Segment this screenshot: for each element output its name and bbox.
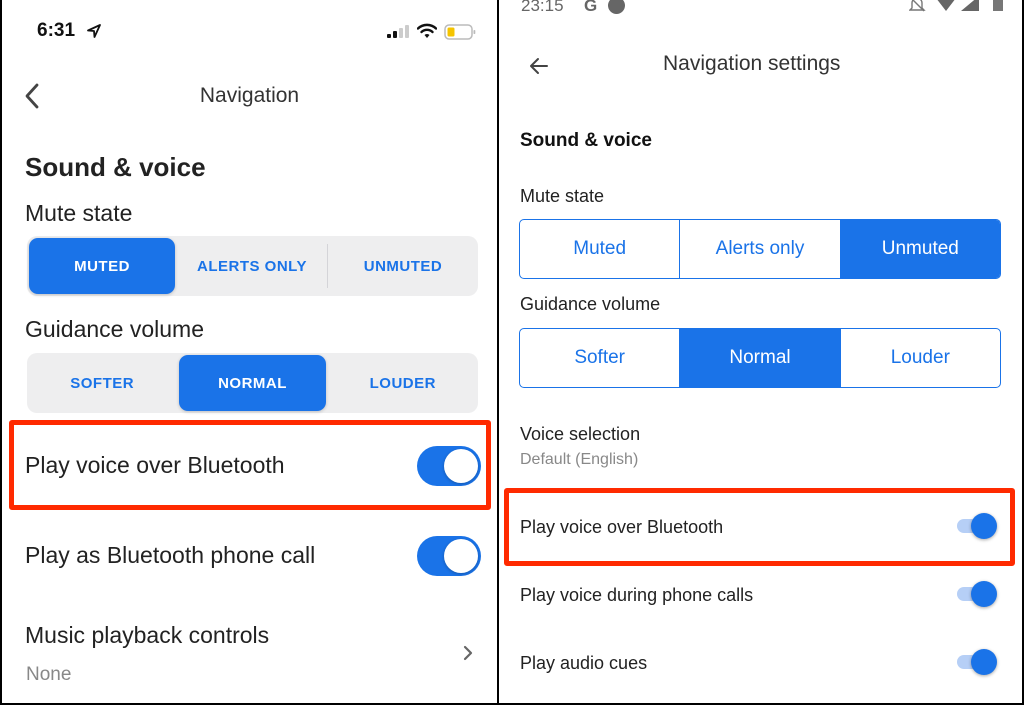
guidance-volume-label: Guidance volume xyxy=(25,316,204,342)
mute-option-alerts-only[interactable]: Alerts only xyxy=(679,220,839,278)
volume-option-normal[interactable]: NORMAL xyxy=(179,355,326,411)
mute-option-muted[interactable]: MUTED xyxy=(29,238,175,294)
music-playback-controls-value: None xyxy=(26,664,72,685)
location-arrow-icon xyxy=(87,24,101,38)
play-bluetooth-phone-call-label: Play as Bluetooth phone call xyxy=(25,542,316,568)
toggle-knob xyxy=(971,513,997,539)
volume-option-softer[interactable]: SOFTER xyxy=(29,355,175,411)
volume-option-normal[interactable]: Normal xyxy=(679,329,840,387)
toggle-knob xyxy=(971,649,997,675)
page-title: Navigation settings xyxy=(663,52,841,75)
battery-icon xyxy=(993,0,1003,11)
status-icons xyxy=(909,0,1003,12)
music-playback-controls-label[interactable]: Music playback controls xyxy=(25,622,269,649)
volume-option-softer[interactable]: Softer xyxy=(520,329,679,387)
cellular-signal-icon xyxy=(387,25,409,38)
page-title: Navigation xyxy=(199,84,300,107)
play-voice-phone-calls-label: Play voice during phone calls xyxy=(520,585,754,605)
mute-option-unmuted[interactable]: Unmuted xyxy=(839,220,1000,278)
cellular-signal-icon xyxy=(961,0,979,11)
play-audio-cues-toggle[interactable] xyxy=(955,649,997,675)
volume-option-louder[interactable]: LOUDER xyxy=(330,355,476,411)
chevron-right-icon[interactable] xyxy=(462,643,474,663)
mute-option-unmuted[interactable]: UNMUTED xyxy=(330,238,476,294)
android-settings-screen: 23:15 G Navigation settings Sound & voic… xyxy=(499,0,1022,703)
back-arrow-icon[interactable] xyxy=(527,54,551,78)
play-voice-bluetooth-toggle[interactable] xyxy=(417,446,481,486)
mute-state-label: Mute state xyxy=(25,200,133,226)
guidance-volume-label: Guidance volume xyxy=(520,294,661,314)
play-voice-phone-calls-toggle[interactable] xyxy=(955,581,997,607)
battery-low-icon xyxy=(444,24,476,40)
wifi-icon xyxy=(417,23,437,38)
section-title: Sound & voice xyxy=(25,152,206,182)
mute-state-label: Mute state xyxy=(520,186,605,206)
guidance-volume-segmented-control: SOFTER NORMAL LOUDER xyxy=(27,353,478,413)
mute-option-muted[interactable]: Muted xyxy=(520,220,679,278)
play-bluetooth-phone-call-toggle[interactable] xyxy=(417,536,481,576)
mute-state-segmented-control: Muted Alerts only Unmuted xyxy=(519,219,1001,279)
play-voice-bluetooth-label: Play voice over Bluetooth xyxy=(520,517,724,537)
guidance-volume-segmented-control: Softer Normal Louder xyxy=(519,328,1001,388)
toggle-knob xyxy=(444,539,478,573)
google-icon: G xyxy=(584,0,598,15)
toggle-knob xyxy=(444,449,478,483)
status-time: 23:15 xyxy=(521,0,564,15)
ios-settings-screen: 6:31 Navigation Sound & voice Mute state… xyxy=(2,0,497,703)
notifications-off-icon xyxy=(909,0,926,12)
volume-option-louder[interactable]: Louder xyxy=(839,329,1000,387)
voice-selection-label[interactable]: Voice selection xyxy=(520,424,640,445)
voice-selection-value: Default (English) xyxy=(520,451,639,468)
toggle-knob xyxy=(971,581,997,607)
play-voice-bluetooth-label: Play voice over Bluetooth xyxy=(25,452,285,478)
play-voice-bluetooth-toggle[interactable] xyxy=(955,513,997,539)
phone-call-icon xyxy=(608,0,625,14)
status-time: 6:31 xyxy=(37,20,76,41)
segment-divider xyxy=(327,244,328,288)
section-title: Sound & voice xyxy=(520,130,652,151)
mute-option-alerts-only[interactable]: ALERTS ONLY xyxy=(179,238,325,294)
play-audio-cues-label: Play audio cues xyxy=(520,653,648,673)
wifi-icon xyxy=(937,0,955,11)
mute-state-segmented-control: MUTED ALERTS ONLY UNMUTED xyxy=(27,236,478,296)
